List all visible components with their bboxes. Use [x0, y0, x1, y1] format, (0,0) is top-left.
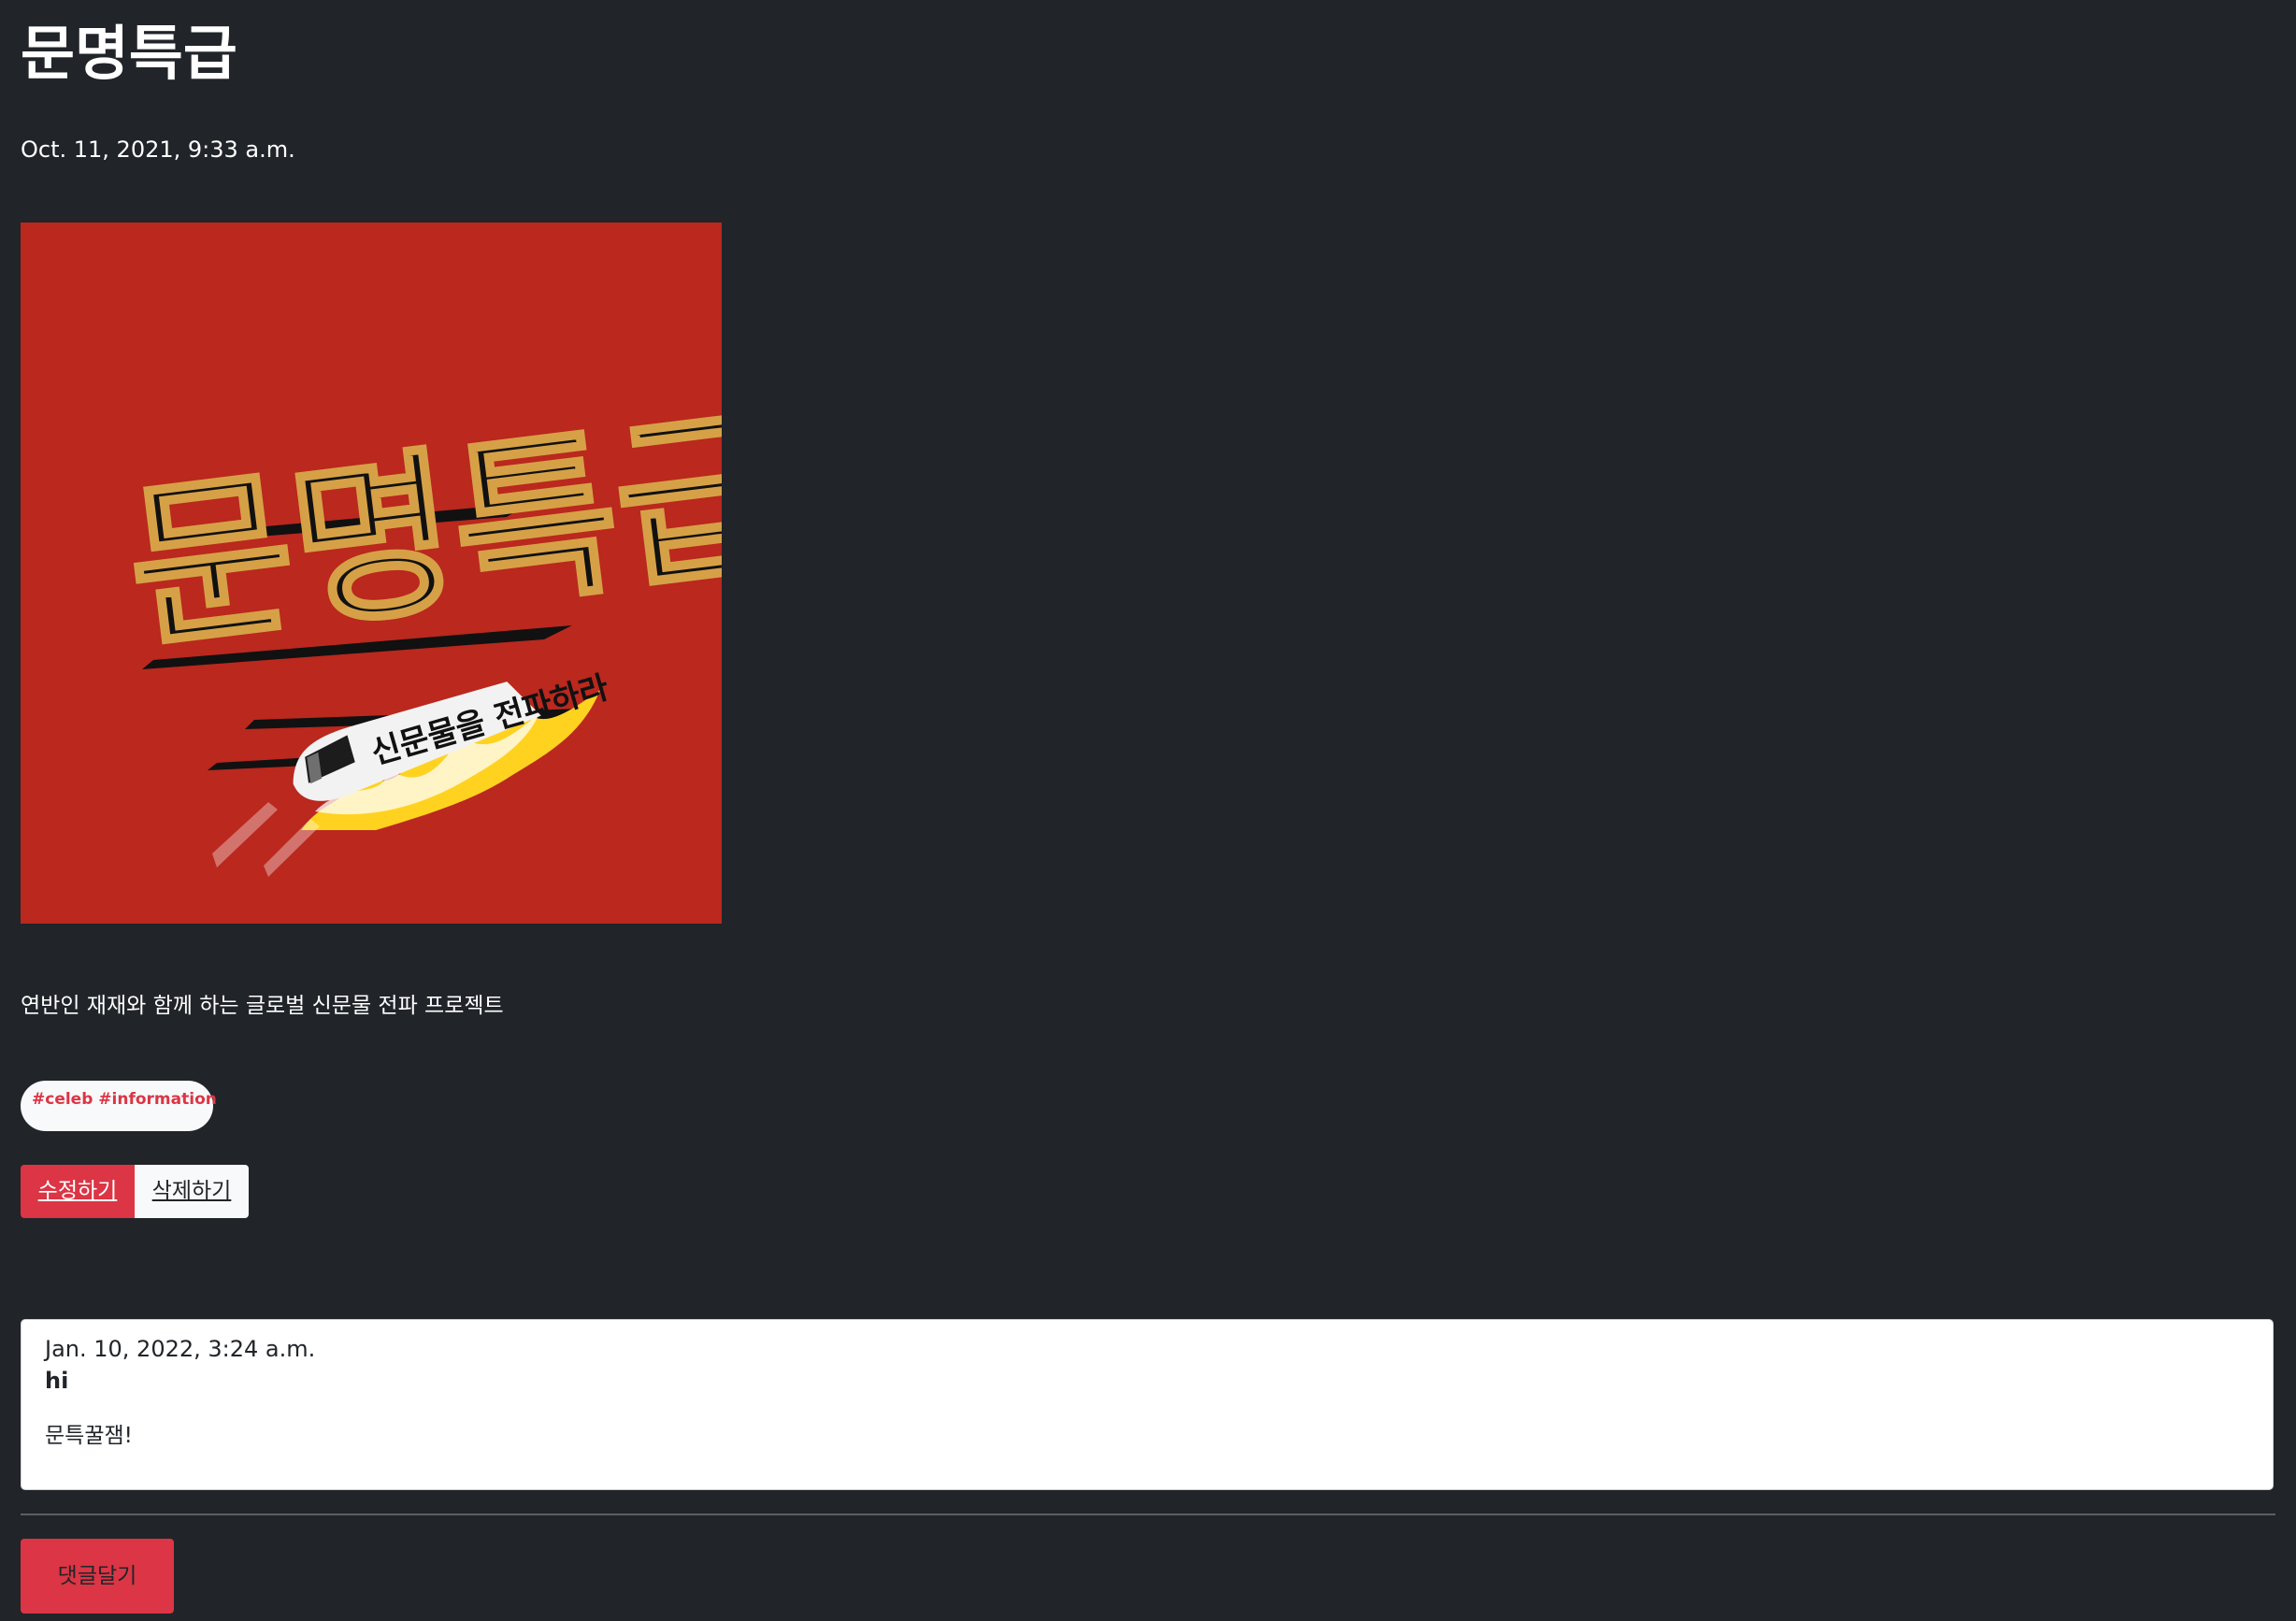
section-divider — [21, 1513, 2275, 1515]
cover-logo-art: 문명특급 신문물을 전파하라 — [21, 222, 722, 924]
post-title: 문명특급 — [21, 20, 237, 88]
comment-date: Jan. 10, 2022, 3:24 a.m. — [45, 1336, 316, 1362]
post-description: 연반인 재재와 함께 하는 글로벌 신문물 전파 프로젝트 — [21, 994, 504, 1018]
comment-body: 문특꿀잼! — [45, 1424, 133, 1448]
post-cover-image: 문명특급 신문물을 전파하라 — [21, 222, 722, 924]
comment-card: Jan. 10, 2022, 3:24 a.m. hi 문특꿀잼! — [21, 1319, 2274, 1490]
tag-pill: #celeb #information — [21, 1081, 217, 1131]
add-comment-button[interactable]: 댓글달기 — [21, 1539, 174, 1614]
post-date: Oct. 11, 2021, 9:33 a.m. — [21, 136, 295, 163]
post-action-buttons: 수정하기 삭제하기 — [21, 1165, 249, 1218]
comment-author: hi — [45, 1368, 69, 1394]
edit-button[interactable]: 수정하기 — [21, 1165, 135, 1218]
delete-button[interactable]: 삭제하기 — [135, 1165, 249, 1218]
tag-list: #celeb #information — [32, 1090, 217, 1109]
